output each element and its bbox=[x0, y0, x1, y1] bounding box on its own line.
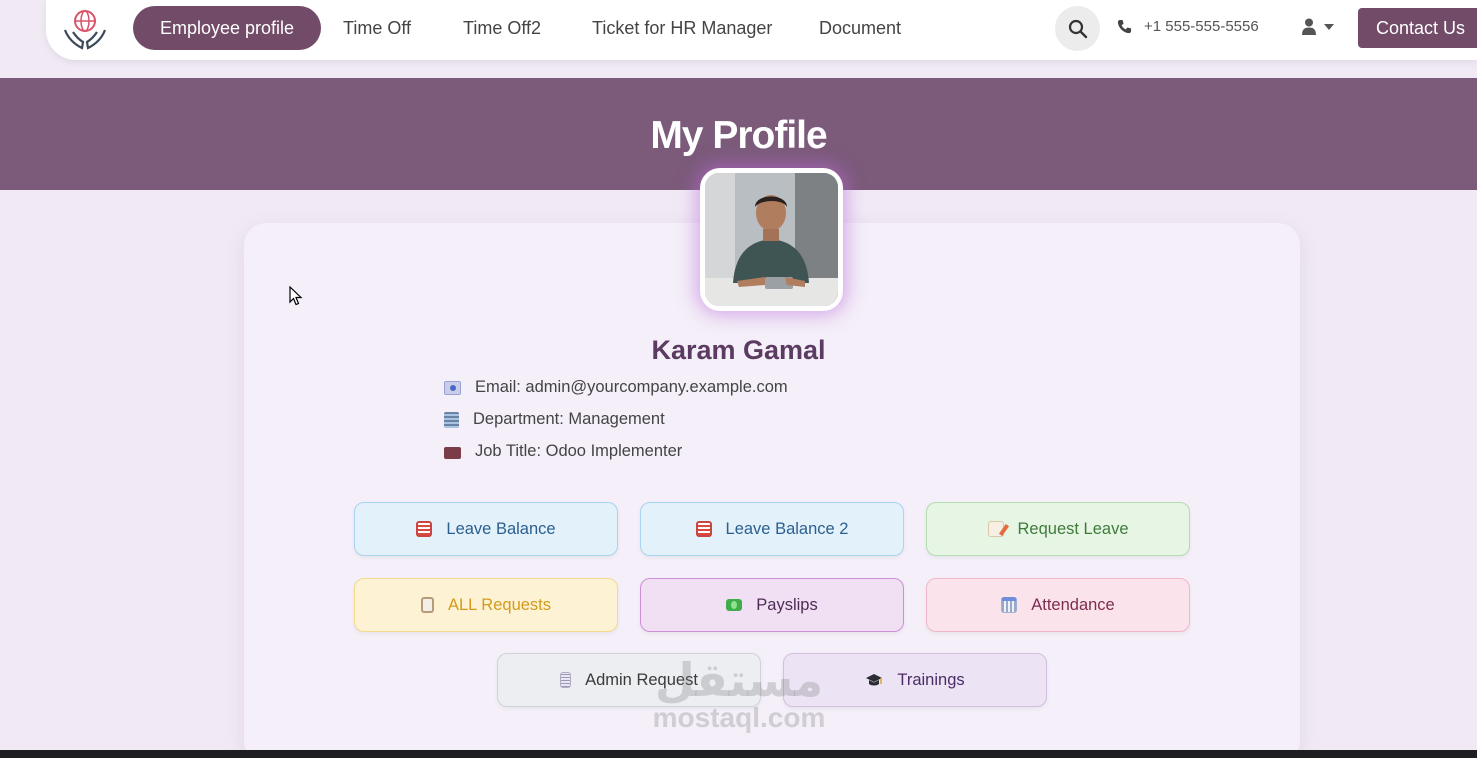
graduation-cap-icon bbox=[866, 674, 883, 686]
phone-link[interactable]: +1 555-555-5556 bbox=[1117, 18, 1259, 35]
contact-us-button[interactable]: Contact Us bbox=[1358, 8, 1477, 48]
admin-request-button[interactable]: Admin Request bbox=[497, 653, 761, 707]
phone-number: +1 555-555-5556 bbox=[1144, 18, 1259, 35]
department-text: Department: Management bbox=[473, 410, 665, 428]
admin-request-label: Admin Request bbox=[585, 670, 698, 689]
receipt-icon bbox=[560, 672, 572, 688]
department-row: Department: Management bbox=[444, 410, 665, 429]
caret-down-icon bbox=[1324, 23, 1334, 30]
trainings-button[interactable]: Trainings bbox=[783, 653, 1047, 707]
request-leave-label: Request Leave bbox=[1017, 519, 1129, 538]
nav-document[interactable]: Document bbox=[819, 6, 901, 50]
abacus-icon bbox=[416, 521, 433, 537]
search-icon bbox=[1068, 19, 1087, 38]
job-title-row: Job Title: Odoo Implementer bbox=[444, 442, 682, 461]
email-row: Email: admin@yourcompany.example.com bbox=[444, 378, 788, 397]
nav-gutter bbox=[0, 0, 46, 78]
attendance-label: Attendance bbox=[1031, 595, 1115, 614]
request-leave-button[interactable]: Request Leave bbox=[926, 502, 1190, 556]
bottom-bar bbox=[0, 750, 1477, 758]
user-menu[interactable] bbox=[1302, 18, 1334, 35]
job-title-text: Job Title: Odoo Implementer bbox=[475, 442, 683, 460]
all-requests-label: ALL Requests bbox=[447, 595, 552, 614]
calendar-icon bbox=[1001, 597, 1018, 613]
hands-globe-logo[interactable] bbox=[62, 8, 108, 52]
memo-icon bbox=[987, 521, 1009, 537]
phone-icon bbox=[1117, 19, 1132, 34]
leave-balance-2-label: Leave Balance 2 bbox=[725, 519, 849, 538]
payslips-button[interactable]: Payslips bbox=[640, 578, 904, 632]
nav-time-off[interactable]: Time Off bbox=[343, 6, 411, 50]
nav-time-off2[interactable]: Time Off2 bbox=[463, 6, 541, 50]
all-requests-button[interactable]: ALL Requests bbox=[354, 578, 618, 632]
nav-employee-profile[interactable]: Employee profile bbox=[133, 6, 322, 50]
avatar bbox=[700, 168, 843, 311]
money-icon bbox=[726, 599, 743, 611]
payslips-label: Payslips bbox=[756, 595, 818, 614]
nav-ticket-hr-manager[interactable]: Ticket for HR Manager bbox=[592, 6, 772, 50]
search-button[interactable] bbox=[1055, 6, 1100, 51]
clipboard-icon bbox=[420, 597, 434, 613]
attendance-button[interactable]: Attendance bbox=[926, 578, 1190, 632]
user-icon bbox=[1302, 18, 1316, 35]
trainings-label: Trainings bbox=[897, 670, 965, 689]
avatar-photo bbox=[705, 173, 838, 306]
email-text: Email: admin@yourcompany.example.com bbox=[475, 378, 788, 396]
building-icon bbox=[444, 411, 459, 428]
email-icon bbox=[444, 380, 461, 395]
leave-balance-label: Leave Balance bbox=[446, 519, 556, 538]
abacus-icon bbox=[695, 521, 712, 537]
leave-balance-button[interactable]: Leave Balance bbox=[354, 502, 618, 556]
page-title: My Profile bbox=[650, 114, 827, 157]
leave-balance-2-button[interactable]: Leave Balance 2 bbox=[640, 502, 904, 556]
mouse-cursor-icon bbox=[289, 286, 303, 306]
employee-name: Karam Gamal bbox=[651, 335, 826, 365]
briefcase-icon bbox=[444, 446, 461, 459]
